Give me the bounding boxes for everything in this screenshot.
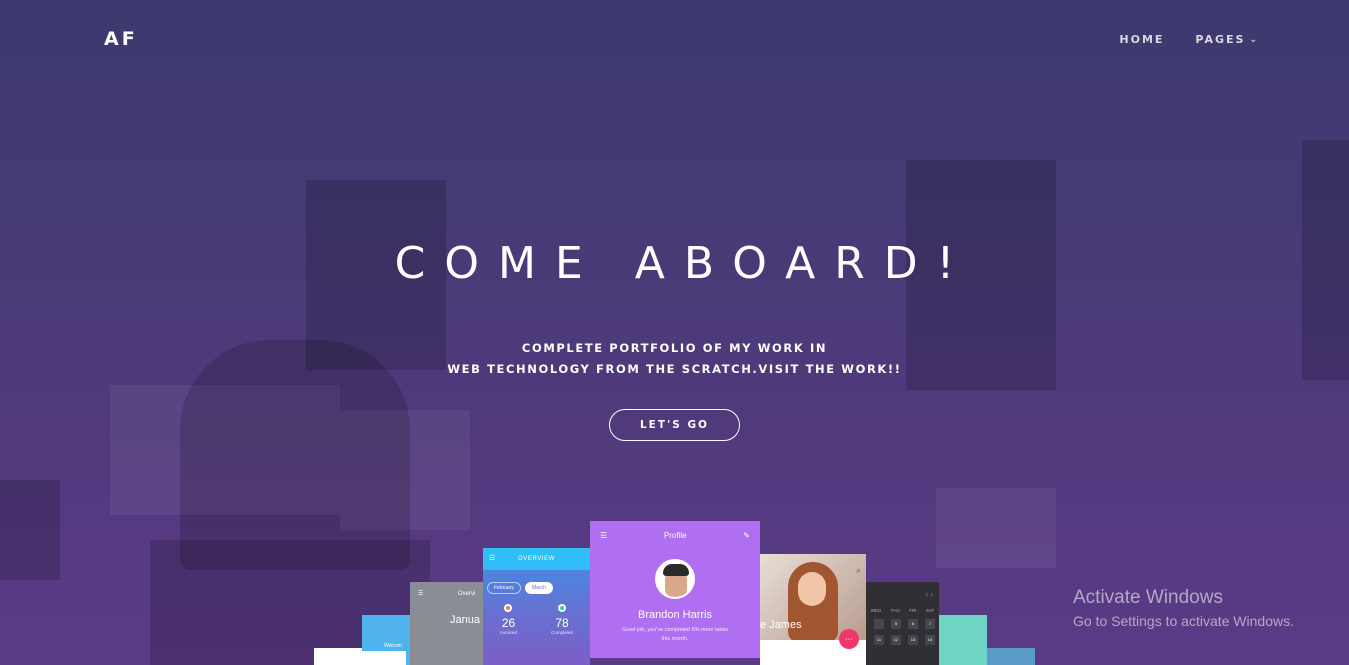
search-icon: ⌕ — [855, 565, 861, 575]
watermark-title: Activate Windows — [1073, 587, 1223, 608]
stat-invoiced: 26 Invoiced — [500, 604, 517, 635]
photo-name: e James — [760, 619, 802, 631]
stat-completed: 78 Completed — [551, 604, 573, 635]
chevron-icons: ‹ › — [925, 590, 933, 599]
profile-description: Good job, you've completed 6% more tasks… — [622, 627, 728, 642]
mockup-blue-strip — [987, 648, 1035, 665]
mockup-photo-card: ⌕ e James • • • — [760, 554, 866, 665]
calendar-grid: 5 6 7 11 12 13 14 — [866, 613, 939, 645]
mockup-calendar-card: ‹ › WED THU FRI SAT 5 6 7 11 12 13 14 — [866, 582, 939, 665]
activate-windows-watermark: Activate Windows Go to Settings to activ… — [1073, 587, 1294, 629]
mockup-profile-card: ☰ Profile ✎ Brandon Harris Good job, you… — [590, 521, 760, 658]
mockup-grey-card: ☰ Overvi Janua — [410, 582, 488, 665]
menu-icon: ☰ — [489, 555, 496, 562]
pencil-icon: ✎ — [743, 531, 750, 540]
dot-icon — [504, 604, 513, 612]
mockup-welcome-text: Welcom — [384, 643, 402, 649]
dot-icon — [557, 604, 566, 612]
fab-button: • • • — [839, 629, 859, 649]
pill-march: March — [525, 582, 553, 594]
mockup-grey-title: Overvi — [458, 591, 476, 597]
mockup-grey-month: Janua — [450, 614, 480, 626]
watermark-subtitle: Go to Settings to activate Windows. — [1073, 613, 1294, 629]
mockup-overview-card: ☰ OVERVIEW February March 26 Invoiced 78… — [483, 548, 590, 665]
mockup-welcome-card: Welcom — [362, 615, 414, 665]
profile-header: Profile — [663, 531, 687, 540]
pill-february: February — [487, 582, 522, 594]
avatar — [655, 559, 695, 599]
profile-name: Brandon Harris — [638, 609, 712, 621]
menu-icon: ☰ — [600, 531, 608, 540]
ui-mockup-showcase: Welcom ☰ Overvi Janua ☰ OVERVIEW Februar… — [0, 0, 1349, 665]
menu-icon: ☰ — [418, 591, 424, 597]
mockup-white-card — [314, 648, 362, 665]
mockup-teal-card — [939, 615, 987, 665]
overview-title: OVERVIEW — [517, 556, 556, 562]
